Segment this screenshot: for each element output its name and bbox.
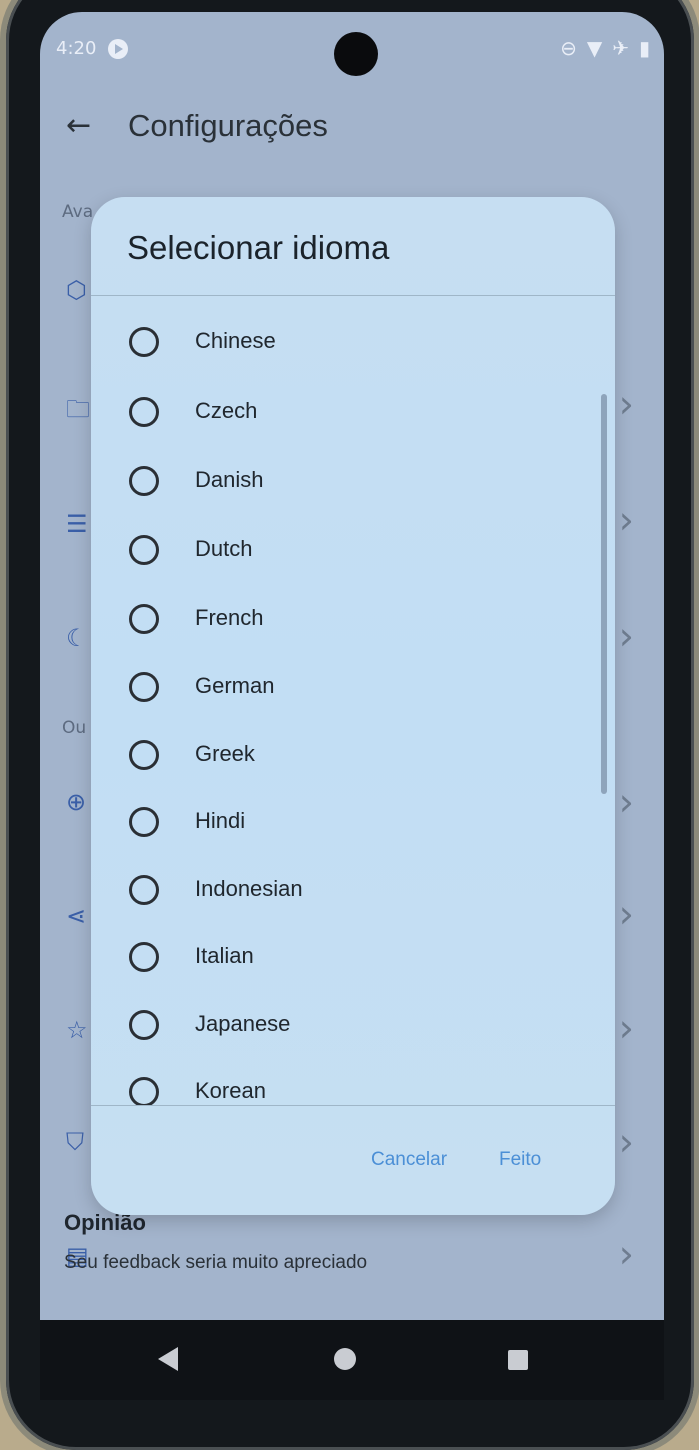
radio-button[interactable] — [129, 604, 159, 634]
chevron-right-icon[interactable]: › — [619, 780, 634, 824]
radio-button[interactable] — [129, 875, 159, 905]
cancel-button[interactable]: Cancelar — [371, 1149, 447, 1171]
language-label: Japanese — [195, 1011, 291, 1036]
settings-hexagon-icon[interactable]: ⬡ — [66, 276, 87, 304]
page-title: Configurações — [128, 108, 328, 143]
done-button[interactable]: Feito — [499, 1149, 541, 1171]
radio-button[interactable] — [129, 466, 159, 496]
chevron-right-icon[interactable]: › — [619, 1232, 634, 1276]
language-option[interactable]: German — [91, 654, 615, 722]
radio-button[interactable] — [129, 397, 159, 427]
dialog-bottom-divider — [91, 1105, 615, 1106]
language-option[interactable]: Indonesian — [91, 857, 615, 925]
chevron-right-icon[interactable]: › — [619, 498, 634, 542]
chevron-right-icon[interactable]: › — [619, 614, 634, 658]
dialog-top-divider — [91, 295, 615, 296]
chevron-right-icon[interactable]: › — [619, 1006, 634, 1050]
chevron-right-icon[interactable]: › — [619, 892, 634, 936]
section-label-others: Ou — [62, 718, 87, 738]
do-not-disturb-icon: ⊖ — [560, 36, 577, 60]
language-label: Hindi — [195, 808, 246, 833]
language-label: Danish — [195, 467, 264, 492]
shield-icon[interactable]: ⛉ — [66, 1128, 84, 1156]
language-label: Greek — [195, 741, 255, 766]
dialog-title: Selecionar idioma — [127, 229, 390, 266]
language-option[interactable]: Greek — [91, 722, 615, 790]
battery-icon: ▮ — [638, 36, 650, 60]
app-bar: ← Configurações — [40, 94, 664, 164]
radio-button[interactable] — [129, 1010, 159, 1040]
radio-button[interactable] — [129, 327, 159, 357]
radio-button[interactable] — [129, 942, 159, 972]
language-label: Indonesian — [195, 876, 303, 901]
chevron-right-icon[interactable]: › — [619, 1120, 634, 1164]
language-label: Czech — [195, 398, 258, 423]
language-option[interactable]: Dutch — [91, 517, 615, 585]
star-icon[interactable]: ☆ — [66, 1016, 88, 1044]
radio-button[interactable] — [129, 807, 159, 837]
language-option[interactable]: Chinese — [91, 309, 615, 377]
radio-button[interactable] — [129, 740, 159, 770]
language-label: Chinese — [195, 328, 276, 353]
dialog-scrollbar[interactable] — [601, 394, 607, 794]
status-icons: ⊖ ▼ ✈ ▮ — [560, 36, 650, 60]
navigation-bar — [40, 1320, 664, 1400]
chevron-right-icon[interactable]: › — [619, 382, 634, 426]
radio-button[interactable] — [129, 1077, 159, 1105]
language-label: Dutch — [195, 536, 253, 561]
language-option[interactable]: Italian — [91, 924, 615, 992]
nav-back-icon[interactable] — [158, 1347, 178, 1371]
language-option[interactable]: Danish — [91, 448, 615, 516]
status-time: 4:20 — [56, 38, 97, 59]
language-label: Korean — [195, 1078, 266, 1103]
radio-button[interactable] — [129, 672, 159, 702]
arrow-left-icon[interactable]: ← — [66, 108, 91, 143]
folder-lock-icon[interactable]: 🗀 — [66, 392, 90, 433]
language-label: French — [195, 605, 264, 630]
status-bar: 4:20 ⊖ ▼ ✈ ▮ — [40, 12, 664, 84]
screen-record-icon — [108, 39, 128, 59]
language-option[interactable]: Hindi — [91, 789, 615, 857]
radio-button[interactable] — [129, 535, 159, 565]
globe-icon[interactable]: ⊕ — [66, 788, 86, 816]
nav-recents-icon[interactable] — [508, 1350, 528, 1370]
language-option[interactable]: Korean — [91, 1059, 615, 1105]
language-label: Italian — [195, 943, 254, 968]
language-option-list[interactable]: Chinese Czech Danish Dutch French German… — [91, 297, 615, 1105]
language-option[interactable]: Czech — [91, 379, 615, 447]
opinion-subtitle: Seu feedback seria muito apreciado — [64, 1252, 368, 1273]
nav-home-icon[interactable] — [334, 1348, 356, 1370]
section-label-appearance: Ava — [62, 202, 94, 222]
moon-icon[interactable]: ☾ — [66, 624, 88, 652]
front-camera — [334, 32, 378, 76]
list-document-icon[interactable]: ☰ — [66, 510, 88, 538]
language-dialog: Selecionar idioma Chinese Czech Danish D… — [91, 197, 615, 1215]
airplane-icon: ✈ — [612, 36, 629, 60]
language-option[interactable]: French — [91, 586, 615, 654]
language-label: German — [195, 673, 275, 698]
wifi-icon: ▼ — [586, 36, 603, 60]
share-icon[interactable]: ⋖ — [66, 902, 86, 930]
language-option[interactable]: Japanese — [91, 992, 615, 1060]
